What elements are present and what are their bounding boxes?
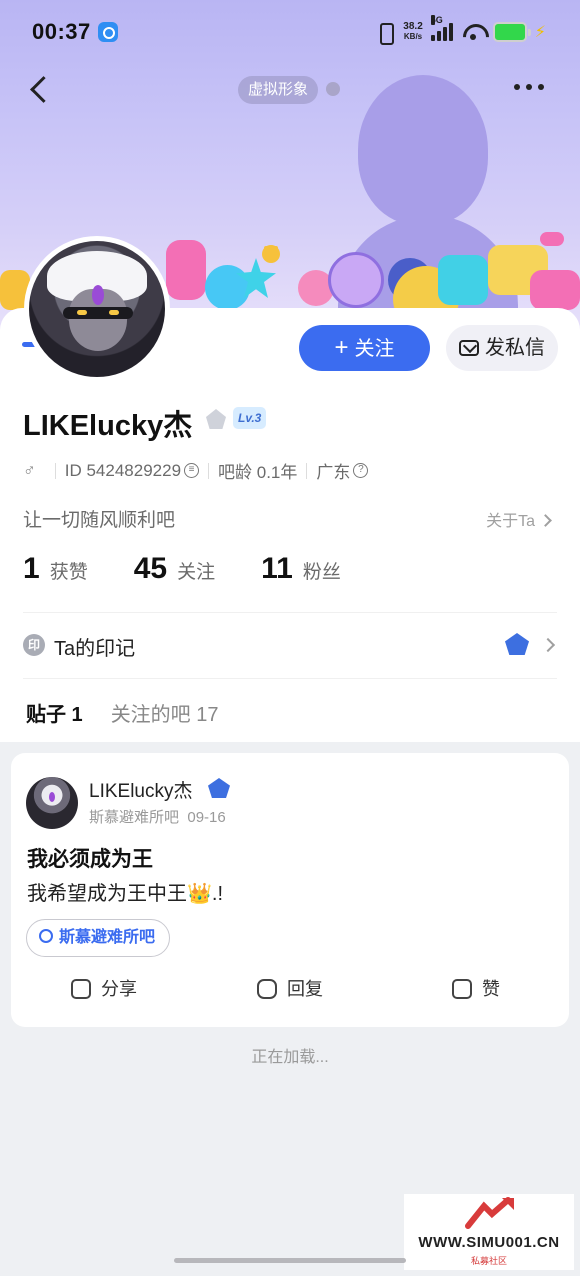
about-link[interactable]: 关于Ta (486, 507, 552, 531)
location: 广东 (316, 463, 351, 482)
watermark-url: WWW.SIMU001.CN (418, 1234, 560, 1251)
bio: 让一切随风顺利吧 (23, 510, 176, 531)
username: LIKElucky杰 (23, 410, 193, 442)
post-card[interactable]: LIKElucky杰 斯慕避难所吧 09-16 我必须成为王 我希望成为王中王👑… (11, 753, 569, 1027)
back-button[interactable] (20, 70, 56, 110)
share-icon (71, 979, 91, 999)
more-options-button[interactable] (514, 84, 546, 94)
vibrate-icon (375, 21, 395, 45)
chevron-right-icon (539, 514, 552, 527)
imprint-icon: 印 (23, 634, 45, 656)
decor-shape (540, 232, 564, 246)
tab-followed-bars[interactable]: 关注的吧 17 (111, 698, 219, 727)
male-icon: ♂ (23, 460, 36, 480)
decor-shape (530, 270, 580, 310)
user-id: ID 5424829229 (64, 460, 182, 480)
profile-stats: 1 获赞 45 关注 11 粉丝 (23, 552, 387, 586)
reply-button[interactable]: 回复 (197, 975, 383, 1001)
home-indicator[interactable] (174, 1258, 406, 1263)
watermark-subtitle: 私募社区 (470, 1256, 507, 1266)
forum-icon (39, 929, 53, 943)
profile-meta: ♂ ID 5424829229 ≡ 吧龄 0.1年 广东 ? (23, 458, 369, 483)
loading-indicator: 正在加载... (251, 1049, 329, 1066)
divider (23, 612, 557, 613)
level-badge[interactable]: Lv.3 (233, 407, 267, 429)
cellular-signal-icon: 5G (430, 15, 453, 41)
watermark-logo-icon (465, 1197, 514, 1229)
imprint-label: Ta的印记 (54, 638, 136, 660)
post-author[interactable]: LIKElucky杰 (89, 776, 192, 803)
divider (23, 678, 557, 679)
post-body[interactable]: 我希望成为王中王👑.! (27, 877, 223, 906)
decor-shape (166, 240, 206, 300)
help-icon[interactable]: ? (353, 463, 369, 478)
imprint-badge-icon (505, 633, 529, 655)
imprint-row[interactable]: 印 Ta的印记 (23, 631, 557, 661)
follow-button[interactable]: + 关注 (299, 325, 430, 371)
decor-shape (264, 246, 278, 260)
thumbs-up-icon (452, 979, 472, 999)
watermark: WWW.SIMU001.CN 私募社区 (404, 1194, 574, 1270)
post-actions: 分享 回复 赞 (11, 975, 569, 1001)
decor-shape (438, 255, 488, 305)
stat-followers[interactable]: 11 粉丝 (261, 552, 341, 586)
avatar-tag-dot (326, 82, 340, 96)
profile-tabs: 贴子 1 关注的吧 17 (26, 698, 219, 727)
private-message-button[interactable]: 发私信 (446, 325, 558, 371)
reply-icon (257, 979, 277, 999)
copy-id-icon[interactable]: ≡ (184, 463, 200, 478)
wifi-icon (461, 22, 485, 42)
like-button[interactable]: 赞 (383, 975, 569, 1001)
battery-icon (492, 22, 531, 42)
tab-posts[interactable]: 贴子 1 (26, 698, 83, 727)
decor-planet (328, 252, 384, 308)
network-speed: 38.2 KB/s (403, 21, 423, 42)
stat-following[interactable]: 45 关注 (134, 552, 215, 586)
app-notification-icon (98, 22, 118, 42)
status-bar: 00:37 38.2 KB/s 5G ⚡ (0, 0, 580, 62)
post-meta: 斯慕避难所吧 09-16 (89, 809, 226, 826)
bar-age: 吧龄 0.1年 (218, 463, 298, 482)
envelope-icon (459, 340, 479, 356)
status-time: 00:37 (32, 19, 91, 44)
post-author-avatar[interactable] (26, 777, 78, 829)
virtual-avatar-tag[interactable]: 虚拟形象 (238, 76, 319, 104)
share-button[interactable]: 分享 (11, 975, 197, 1001)
post-title[interactable]: 我必须成为王 (27, 843, 153, 873)
charging-icon: ⚡ (534, 24, 546, 41)
profile-avatar[interactable] (24, 236, 170, 382)
chevron-right-icon (540, 637, 556, 653)
member-badge-icon[interactable] (206, 409, 226, 429)
decor-shape (205, 265, 250, 310)
author-badge-icon (208, 778, 230, 798)
forum-tag-button[interactable]: 斯慕避难所吧 (26, 919, 171, 957)
stat-likes[interactable]: 1 获赞 (23, 552, 88, 586)
